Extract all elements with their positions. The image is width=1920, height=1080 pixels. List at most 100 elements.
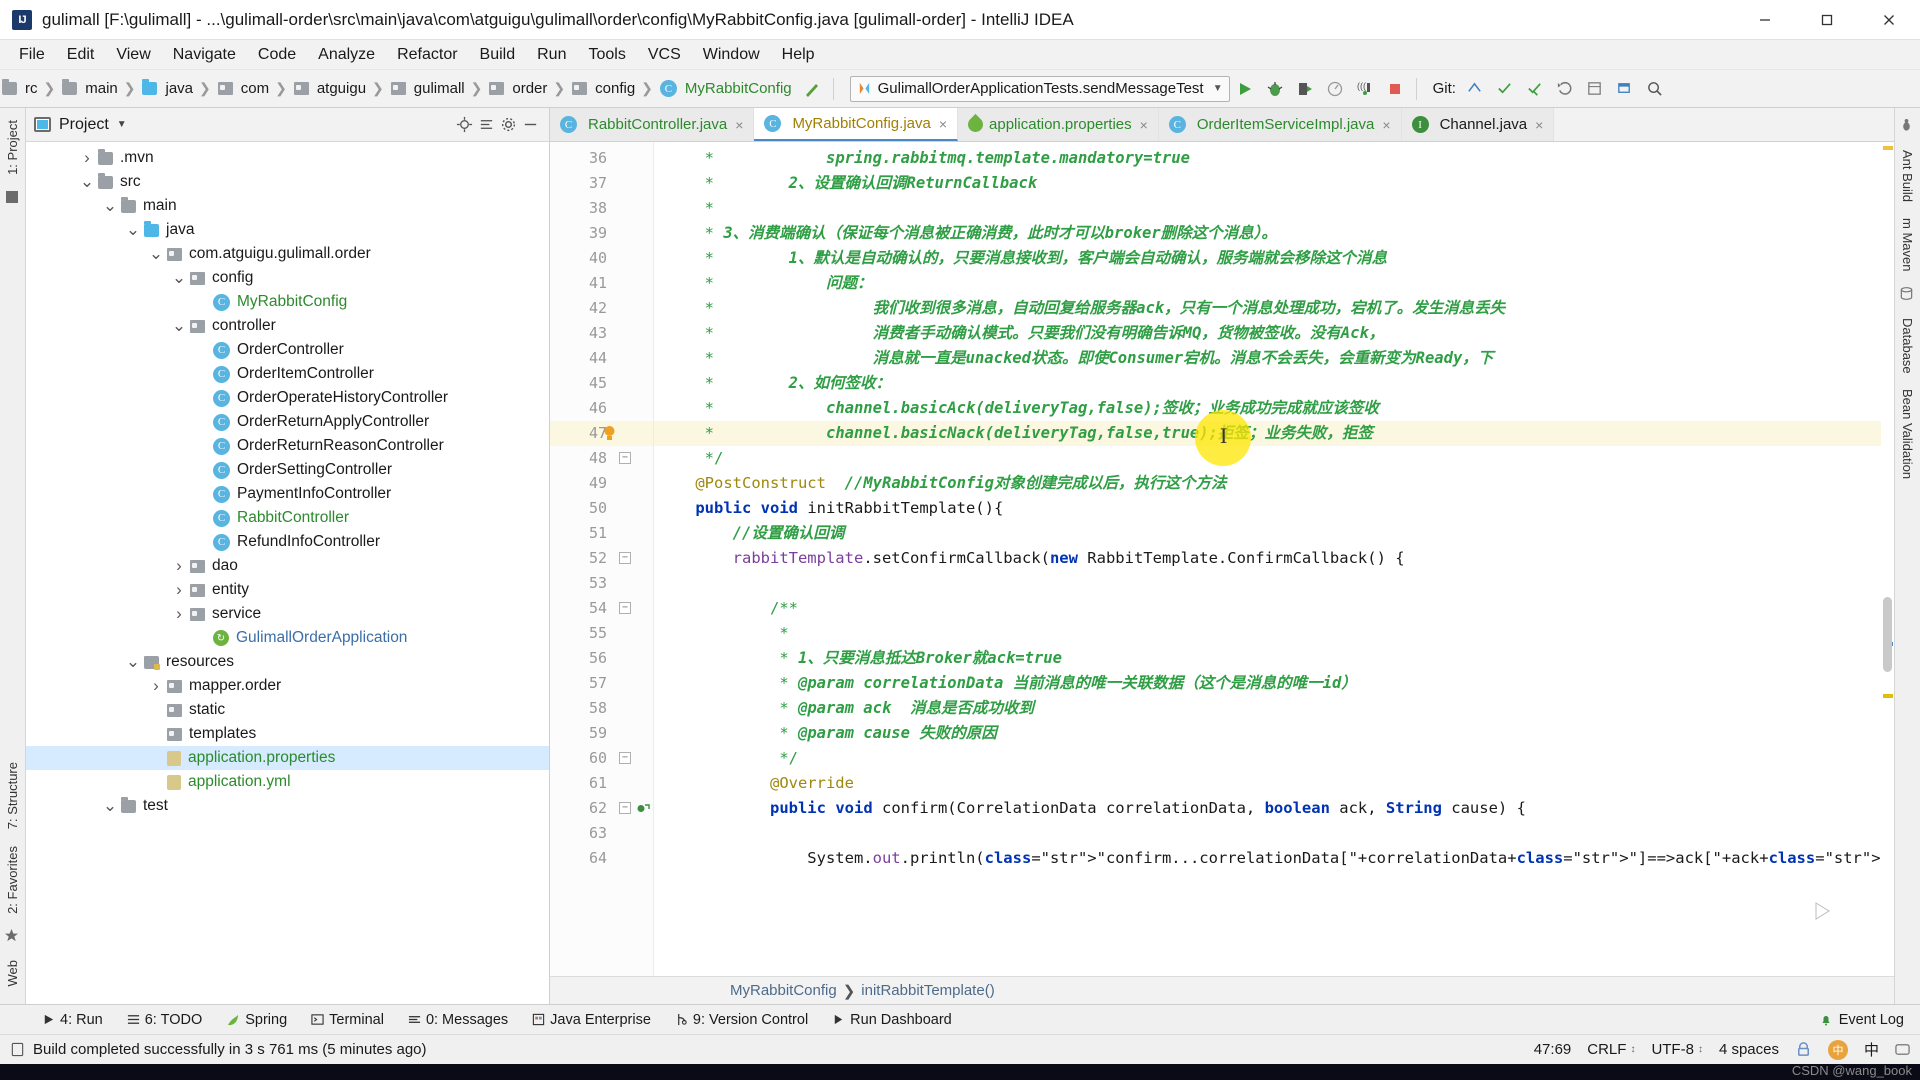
close-tab-icon[interactable]: ×: [939, 116, 947, 132]
tree-node[interactable]: C OrderItemController: [26, 362, 549, 386]
maximize-button[interactable]: [1796, 0, 1858, 40]
chevron-right-icon[interactable]: ›: [168, 580, 190, 600]
chevron-down-icon[interactable]: ⌄: [76, 173, 98, 190]
code-line[interactable]: * channel.basicNack(deliveryTag,false,tr…: [654, 421, 1894, 446]
line-separator[interactable]: CRLF ↕: [1587, 1041, 1635, 1058]
gutter-line-number[interactable]: 59: [550, 721, 653, 746]
gutter-line-number[interactable]: 36: [550, 146, 653, 171]
code-fold-toggle[interactable]: −: [619, 552, 631, 564]
breadcrumb-class[interactable]: MyRabbitConfig: [730, 982, 837, 999]
code-line[interactable]: * 我们收到很多消息，自动回复给服务器ack，只有一个消息处理成功，宕机了。发生…: [654, 296, 1894, 321]
menu-build[interactable]: Build: [469, 43, 527, 67]
debug-button[interactable]: [1260, 74, 1290, 104]
chevron-down-icon[interactable]: ⌄: [99, 197, 121, 214]
gutter-line-number[interactable]: 64: [550, 846, 653, 871]
gutter-line-number[interactable]: 58: [550, 696, 653, 721]
caret-position[interactable]: 47:69: [1534, 1041, 1572, 1058]
rail-item-database[interactable]: Database: [1900, 310, 1915, 382]
gutter-line-number[interactable]: 53: [550, 571, 653, 596]
code-line[interactable]: public void confirm(CorrelationData corr…: [654, 796, 1894, 821]
tree-node[interactable]: C RefundInfoController: [26, 530, 549, 554]
code-line[interactable]: [654, 571, 1894, 596]
tree-node[interactable]: application.yml: [26, 770, 549, 794]
tree-node[interactable]: C OrderSettingController: [26, 458, 549, 482]
code-text-area[interactable]: * spring.rabbitmq.template.mandatory=tru…: [654, 142, 1894, 976]
tree-node[interactable]: ↻ GulimallOrderApplication: [26, 626, 549, 650]
code-line[interactable]: //设置确认回调: [654, 521, 1894, 546]
gutter-line-number[interactable]: 38: [550, 196, 653, 221]
menu-tools[interactable]: Tools: [577, 43, 636, 67]
chevron-down-icon[interactable]: ⌄: [145, 245, 167, 262]
chevron-right-icon[interactable]: ›: [76, 148, 98, 168]
code-line[interactable]: /**: [654, 596, 1894, 621]
gutter-line-number[interactable]: 56: [550, 646, 653, 671]
menu-analyze[interactable]: Analyze: [307, 43, 386, 67]
menu-navigate[interactable]: Navigate: [162, 43, 247, 67]
tree-node[interactable]: ⌄ java: [26, 218, 549, 242]
rail-item-favorites[interactable]: 2: Favorites: [5, 838, 20, 922]
tree-node[interactable]: ⌄ main: [26, 194, 549, 218]
tree-node[interactable]: ⌄ config: [26, 266, 549, 290]
indent-setting[interactable]: 4 spaces: [1719, 1041, 1779, 1058]
toolwindow-terminal[interactable]: Terminal: [299, 1010, 396, 1030]
editor-vertical-scrollbar[interactable]: [1881, 142, 1894, 976]
gutter-line-number[interactable]: 40: [550, 246, 653, 271]
file-encoding[interactable]: UTF-8 ↕: [1651, 1041, 1703, 1058]
history-button[interactable]: [1580, 74, 1610, 104]
override-marker-icon[interactable]: [637, 802, 650, 815]
play-overlay-button[interactable]: [1790, 880, 1852, 942]
rail-item-maven[interactable]: m Maven: [1900, 210, 1915, 279]
tree-node[interactable]: C OrderOperateHistoryController: [26, 386, 549, 410]
tree-node[interactable]: ⌄ resources: [26, 650, 549, 674]
editor-tab[interactable]: C MyRabbitConfig.java ×: [754, 108, 959, 141]
lock-icon[interactable]: [1795, 1041, 1812, 1058]
toolwindow-java-enterprise[interactable]: Java Enterprise: [520, 1010, 663, 1030]
breadcrumb-com[interactable]: com ❯: [216, 80, 292, 97]
breadcrumb-order[interactable]: order ❯: [487, 80, 570, 97]
breadcrumb-main[interactable]: main ❯: [60, 79, 140, 97]
scrollbar-thumb[interactable]: [1883, 597, 1892, 672]
tree-node[interactable]: application.properties: [26, 746, 549, 770]
code-line[interactable]: * 2、如何签收：: [654, 371, 1894, 396]
gutter-line-number[interactable]: 48−: [550, 446, 653, 471]
close-tab-icon[interactable]: ×: [1535, 117, 1543, 133]
ime-extra-icon[interactable]: [1895, 1042, 1910, 1057]
gutter-line-number[interactable]: 46: [550, 396, 653, 421]
tree-node[interactable]: ⌄ src: [26, 170, 549, 194]
tree-node[interactable]: ⌄ test: [26, 794, 549, 818]
code-line[interactable]: System.out.println(class="str">"confirm.…: [654, 846, 1894, 871]
chevron-right-icon[interactable]: ›: [168, 556, 190, 576]
tree-node[interactable]: templates: [26, 722, 549, 746]
chevron-down-icon[interactable]: ⌄: [122, 221, 144, 238]
gutter-line-number[interactable]: 52−: [550, 546, 653, 571]
gutter-line-number[interactable]: 63: [550, 821, 653, 846]
update-project-button[interactable]: [1460, 74, 1490, 104]
breadcrumb-rc[interactable]: rc ❯: [0, 79, 60, 97]
collapse-all-icon[interactable]: [475, 114, 497, 136]
gutter-line-number[interactable]: 47: [550, 421, 653, 446]
settings-gear-icon[interactable]: [497, 114, 519, 136]
commit-button[interactable]: [1490, 74, 1520, 104]
tree-node[interactable]: C OrderReturnApplyController: [26, 410, 549, 434]
code-line[interactable]: */: [654, 746, 1894, 771]
rail-item-ant-build[interactable]: Ant Build: [1900, 142, 1915, 210]
menu-edit[interactable]: Edit: [56, 43, 106, 67]
gutter-line-number[interactable]: 55: [550, 621, 653, 646]
gutter-line-number[interactable]: 54−: [550, 596, 653, 621]
rail-item-web[interactable]: Web: [5, 952, 20, 995]
chevron-down-icon[interactable]: ⌄: [99, 797, 121, 814]
code-line[interactable]: @PostConstruct //MyRabbitConfig对象创建完成以后，…: [654, 471, 1894, 496]
code-line[interactable]: * spring.rabbitmq.template.mandatory=tru…: [654, 146, 1894, 171]
build-project-icon[interactable]: [797, 74, 827, 104]
project-tree[interactable]: › .mvn ⌄ src ⌄ main ⌄ java ⌄ com.atguigu.gulimall…: [26, 142, 549, 1004]
close-button[interactable]: [1858, 0, 1920, 40]
code-line[interactable]: * @param ack 消息是否成功收到: [654, 696, 1894, 721]
tree-node[interactable]: › entity: [26, 578, 549, 602]
minimize-button[interactable]: [1734, 0, 1796, 40]
code-fold-toggle[interactable]: −: [619, 752, 631, 764]
gutter-line-number[interactable]: 39: [550, 221, 653, 246]
close-tab-icon[interactable]: ×: [1382, 117, 1390, 133]
chevron-down-icon[interactable]: ⌄: [168, 317, 190, 334]
gutter-line-number[interactable]: 51: [550, 521, 653, 546]
gutter-line-number[interactable]: 50: [550, 496, 653, 521]
